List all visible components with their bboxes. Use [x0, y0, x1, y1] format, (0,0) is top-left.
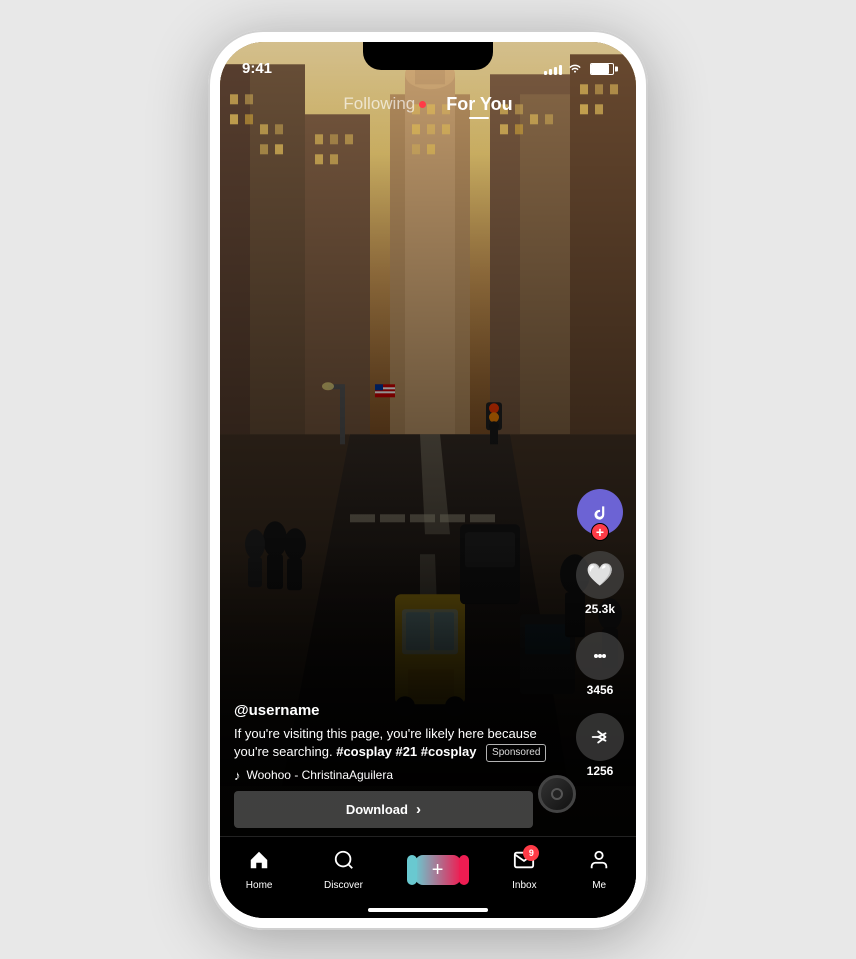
share-icon	[589, 726, 611, 748]
like-button[interactable]: 🤍	[576, 551, 624, 599]
nav-add[interactable]: +	[415, 855, 461, 885]
follow-plus-badge: +	[591, 523, 609, 541]
video-description: If you're visiting this page, you're lik…	[234, 725, 566, 762]
nav-me[interactable]: Me	[588, 849, 610, 891]
tab-following[interactable]: Following	[343, 94, 426, 114]
like-action: 🤍 25.3k	[576, 551, 624, 616]
comment-button[interactable]	[576, 632, 624, 680]
comment-icon	[588, 644, 612, 668]
comment-action: 3456	[576, 632, 624, 697]
me-icon	[588, 849, 610, 877]
tab-for-you[interactable]: For You	[446, 94, 512, 115]
nav-home[interactable]: Home	[246, 849, 273, 891]
following-dot	[419, 101, 426, 108]
wifi-icon	[567, 61, 583, 76]
nav-discover[interactable]: Discover	[324, 849, 363, 891]
action-buttons: + 🤍 25.3k 3456	[576, 489, 624, 778]
signal-icon	[544, 63, 562, 75]
music-text: Woohoo - ChristinaAguilera	[247, 768, 394, 782]
phone-wrapper: 9:41	[208, 30, 648, 930]
discover-icon	[333, 849, 355, 877]
add-button[interactable]: +	[415, 855, 461, 885]
comment-count: 3456	[587, 683, 614, 697]
home-label: Home	[246, 880, 273, 891]
add-plus-icon: +	[432, 859, 444, 882]
profile-button[interactable]: +	[577, 489, 623, 535]
like-count: 25.3k	[585, 602, 615, 616]
nav-inbox[interactable]: 9 Inbox	[512, 849, 536, 891]
music-row: ♪ Woohoo - ChristinaAguilera	[234, 768, 566, 783]
hashtag-text: #cosplay #21 #cosplay	[336, 744, 476, 759]
discover-label: Discover	[324, 880, 363, 891]
me-label: Me	[592, 880, 606, 891]
music-note-icon: ♪	[234, 768, 241, 783]
download-chevron-icon: ›	[416, 801, 421, 818]
tiktok-logo-icon	[586, 498, 614, 526]
inbox-badge: 9	[523, 845, 539, 861]
share-button[interactable]	[576, 713, 624, 761]
battery-icon	[590, 63, 614, 75]
home-icon	[248, 849, 270, 877]
share-action: 1256	[576, 713, 624, 778]
download-button[interactable]: Download ›	[234, 791, 533, 828]
notch	[363, 42, 493, 70]
status-time: 9:41	[242, 60, 272, 77]
inbox-label: Inbox	[512, 880, 536, 891]
home-indicator	[368, 908, 488, 912]
feed-nav: Following For You	[220, 86, 636, 123]
share-count: 1256	[587, 764, 614, 778]
heart-icon: 🤍	[586, 562, 613, 588]
username: @username	[234, 702, 566, 719]
sponsored-badge: Sponsored	[486, 744, 546, 762]
bottom-info: @username If you're visiting this page, …	[234, 702, 566, 828]
bottom-nav: Home Discover +	[220, 836, 636, 918]
phone-screen: 9:41	[220, 42, 636, 918]
profile-action: +	[577, 489, 623, 535]
inbox-icon: 9	[513, 849, 535, 877]
status-icons	[544, 61, 614, 76]
